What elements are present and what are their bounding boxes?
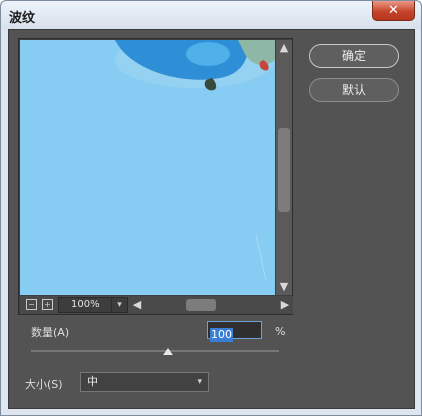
zoom-level-value: 100% [71,299,100,310]
scroll-right-icon[interactable]: ▶ [278,297,292,313]
chevron-down-icon: ▾ [197,377,202,387]
horizontal-scroll-thumb[interactable] [186,299,216,311]
amount-input[interactable]: 100 [207,321,262,342]
close-button[interactable]: ✕ [372,1,415,21]
close-icon: ✕ [388,3,399,18]
amount-value: 100 [210,328,233,342]
vertical-scroll-thumb[interactable] [278,128,290,212]
preview-image[interactable] [20,40,275,295]
dialog-window: 波纹 ✕ ▲ ▼ − + 100% ▾ ◀ ▶ 确定 默认 数量(A) 100 … [0,0,422,416]
size-select[interactable]: 中 ▾ [80,372,209,392]
scroll-down-icon[interactable]: ▼ [277,280,291,294]
preview-balloon-graphic [20,40,275,295]
scroll-up-icon[interactable]: ▲ [277,41,291,55]
zoom-in-button[interactable]: + [42,299,53,310]
chevron-down-icon: ▾ [111,298,127,312]
preview-horizontal-scrollbar[interactable]: ◀ ▶ [130,297,292,313]
preview-toolbar: − + 100% ▾ ◀ ▶ [20,296,293,314]
preview-panel: ▲ ▼ − + 100% ▾ ◀ ▶ [18,38,293,315]
amount-label: 数量(A) [31,326,70,339]
zoom-level-select[interactable]: 100% ▾ [58,297,128,313]
size-label: 大小(S) [25,378,63,391]
scroll-left-icon[interactable]: ◀ [130,297,144,313]
amount-slider-track[interactable] [31,350,279,352]
ok-button[interactable]: 确定 [309,44,399,68]
amount-slider-thumb[interactable] [163,348,173,355]
dialog-body: ▲ ▼ − + 100% ▾ ◀ ▶ 确定 默认 数量(A) 100 % 大小(… [8,29,415,409]
amount-unit: % [275,325,286,338]
title-bar[interactable]: 波纹 ✕ [1,1,421,29]
window-title: 波纹 [9,11,36,26]
preview-vertical-scrollbar[interactable]: ▲ ▼ [276,40,292,295]
size-value: 中 [87,375,98,388]
default-button[interactable]: 默认 [309,78,399,102]
zoom-out-button[interactable]: − [26,299,37,310]
